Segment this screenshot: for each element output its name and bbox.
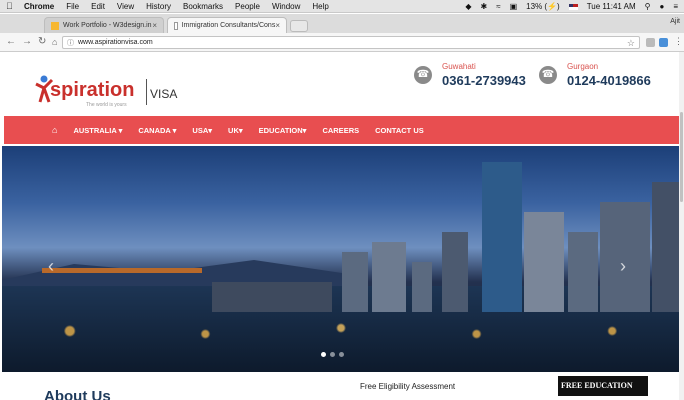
slider-dots — [321, 352, 344, 357]
info-icon[interactable]: ⓘ — [67, 38, 74, 48]
w3design-favicon-icon — [51, 21, 59, 30]
hero-building — [412, 262, 432, 312]
menu-history[interactable]: History — [146, 2, 171, 11]
slider-dot[interactable] — [330, 352, 335, 357]
bluetooth-icon[interactable]: ✱ — [481, 2, 488, 11]
logo-tagline: The world is yours — [86, 102, 127, 108]
menu-edit[interactable]: Edit — [91, 2, 105, 11]
nav-education[interactable]: EDUCATION▾ — [259, 126, 307, 135]
nav-contact-us[interactable]: CONTACT US — [375, 126, 424, 135]
slider-dot[interactable] — [321, 352, 326, 357]
display-icon[interactable]: ▣ — [510, 2, 518, 11]
free-education-label: FREE EDUCATION — [561, 381, 633, 390]
forward-arrow-icon[interactable]: → — [22, 36, 32, 48]
tab-title: Work Portfolio - W3design.in — [63, 22, 152, 29]
status-area: ◆ ✱ ≈ ▣ 13% (⚡) Tue 11:41 AM ⚲ ● ≡ — [465, 0, 678, 13]
page-scrollbar[interactable] — [679, 52, 684, 400]
contact-phone[interactable]: 0124-4019866 — [567, 73, 651, 88]
page-favicon-icon — [174, 21, 178, 30]
us-flag-icon[interactable] — [568, 3, 578, 10]
hero-building — [342, 252, 368, 312]
apple-icon[interactable]:  — [6, 1, 16, 11]
nav-australia[interactable]: AUSTRALIA ▾ — [73, 126, 122, 135]
menu-file[interactable]: File — [66, 2, 79, 11]
slider-dot[interactable] — [339, 352, 344, 357]
spotlight-icon[interactable]: ⚲ — [645, 2, 651, 11]
menu-window[interactable]: Window — [272, 2, 300, 11]
hero-building — [372, 242, 406, 312]
os-menubar:  Chrome File Edit View History Bookmark… — [0, 0, 684, 13]
menu-help[interactable]: Help — [312, 2, 328, 11]
logo-wordmark: spiration — [50, 79, 135, 101]
contact-city: Gurgaon — [567, 62, 599, 71]
nav-usa[interactable]: USA▾ — [192, 126, 212, 135]
tab-title: Immigration Consultants/Cons — [181, 22, 276, 29]
slider-prev-icon[interactable]: ‹ — [48, 256, 54, 277]
menu-view[interactable]: View — [117, 2, 134, 11]
free-education-banner[interactable]: FREE EDUCATION — [558, 376, 648, 396]
notification-center-icon[interactable]: ≡ — [673, 2, 678, 11]
back-arrow-icon[interactable]: ← — [6, 36, 16, 48]
logo-visa: VISA — [150, 87, 178, 101]
siri-icon[interactable]: ● — [659, 2, 664, 11]
tab-immigration[interactable]: Immigration Consultants/Cons × — [167, 17, 287, 33]
home-icon[interactable]: ⌂ — [52, 36, 57, 48]
about-heading: About Us — [44, 388, 111, 400]
hero-building — [568, 232, 598, 312]
hero-city-lights — [2, 316, 680, 346]
reload-icon[interactable]: ↻ — [38, 36, 46, 48]
profile-button[interactable]: Ajit — [670, 18, 680, 25]
contact-city: Guwahati — [442, 62, 476, 71]
phone-icon: ☎ — [414, 66, 432, 84]
close-icon[interactable]: × — [152, 21, 157, 30]
dropbox-icon[interactable]: ◆ — [465, 2, 471, 11]
eligibility-link[interactable]: Free Eligibility Assessment — [360, 382, 455, 391]
browser-tab-bar: Work Portfolio - W3design.in × Immigrati… — [0, 14, 684, 33]
nav-canada[interactable]: CANADA ▾ — [138, 126, 176, 135]
nav-careers[interactable]: CAREERS — [322, 126, 359, 135]
battery-status[interactable]: 13% (⚡) — [526, 2, 560, 11]
main-nav: ⌂ AUSTRALIA ▾ CANADA ▾ USA▾ UK▾ EDUCATIO… — [4, 116, 680, 144]
browser-toolbar: ← → ↻ ⌂ ⓘ www.aspirationvisa.com ☆ ⋮ — [0, 33, 684, 52]
phone-icon: ☎ — [539, 66, 557, 84]
site-logo[interactable]: spiration The world is yours VISA — [34, 70, 184, 110]
menu-people[interactable]: People — [235, 2, 260, 11]
bookmark-star-icon[interactable]: ☆ — [627, 38, 635, 49]
logo-divider — [146, 79, 147, 105]
hero-building — [652, 182, 680, 312]
nav-uk[interactable]: UK▾ — [228, 126, 243, 135]
contact-phone[interactable]: 0361-2739943 — [442, 73, 526, 88]
menu-kebab-icon[interactable]: ⋮ — [674, 35, 683, 47]
hero-building — [482, 162, 522, 312]
clock[interactable]: Tue 11:41 AM — [587, 2, 636, 11]
extension-icon[interactable] — [659, 38, 668, 47]
scrollbar-thumb[interactable] — [680, 112, 683, 202]
wifi-icon[interactable]: ≈ — [496, 2, 500, 11]
slider-next-icon[interactable]: › — [620, 256, 626, 277]
hero-building — [524, 212, 564, 312]
new-tab-button[interactable] — [290, 20, 308, 32]
close-icon[interactable]: × — [275, 21, 280, 30]
hero-building — [212, 282, 332, 312]
tab-work-portfolio[interactable]: Work Portfolio - W3design.in × — [44, 17, 164, 33]
address-bar[interactable]: ⓘ www.aspirationvisa.com ☆ — [62, 36, 640, 49]
home-icon[interactable]: ⌂ — [52, 125, 57, 135]
hero-building — [442, 232, 468, 312]
hero-bridge — [42, 268, 202, 273]
menu-app-name[interactable]: Chrome — [24, 2, 54, 11]
menu-bookmarks[interactable]: Bookmarks — [183, 2, 223, 11]
extension-icon[interactable] — [646, 38, 655, 47]
webpage: spiration The world is yours VISA ☎ Guwa… — [0, 52, 684, 400]
hero-slider[interactable]: ‹ › — [2, 146, 680, 372]
url-text: www.aspirationvisa.com — [78, 39, 153, 46]
